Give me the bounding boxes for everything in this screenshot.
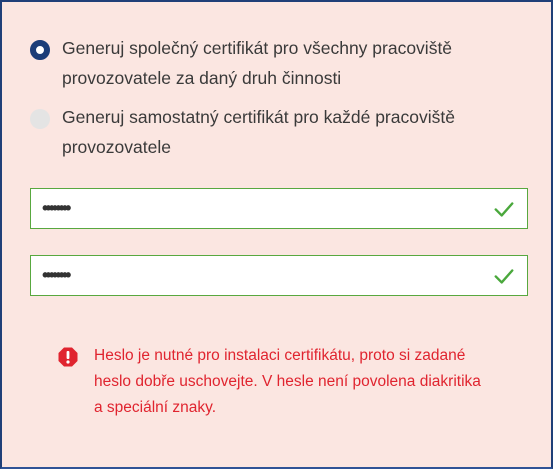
radio-option-shared[interactable]: Generuj společný certifikát pro všechny … (30, 33, 532, 93)
checkmark-icon (494, 268, 514, 284)
password-field[interactable]: •••••••• (30, 188, 528, 229)
radio-separate-certificate[interactable] (30, 109, 50, 129)
alert-message: Heslo je nutné pro instalaci certifikátu… (94, 347, 481, 416)
certificate-panel: Generuj společný certifikát pro všechny … (0, 0, 553, 469)
password-confirm-field[interactable]: •••••••• (30, 255, 528, 296)
radio-option-separate[interactable]: Generuj samostatný certifikát pro každé … (30, 102, 532, 162)
radio-separate-label[interactable]: Generuj samostatný certifikát pro každé … (62, 102, 532, 162)
radio-shared-label[interactable]: Generuj společný certifikát pro všechny … (62, 33, 532, 93)
password-alert: Heslo je nutné pro instalaci certifikátu… (58, 343, 484, 421)
checkmark-icon (494, 201, 514, 217)
radio-shared-certificate[interactable] (30, 40, 50, 60)
password-value[interactable]: •••••••• (42, 198, 493, 219)
exclamation-octagon-icon (58, 347, 78, 367)
password-confirm-value[interactable]: •••••••• (42, 265, 493, 286)
